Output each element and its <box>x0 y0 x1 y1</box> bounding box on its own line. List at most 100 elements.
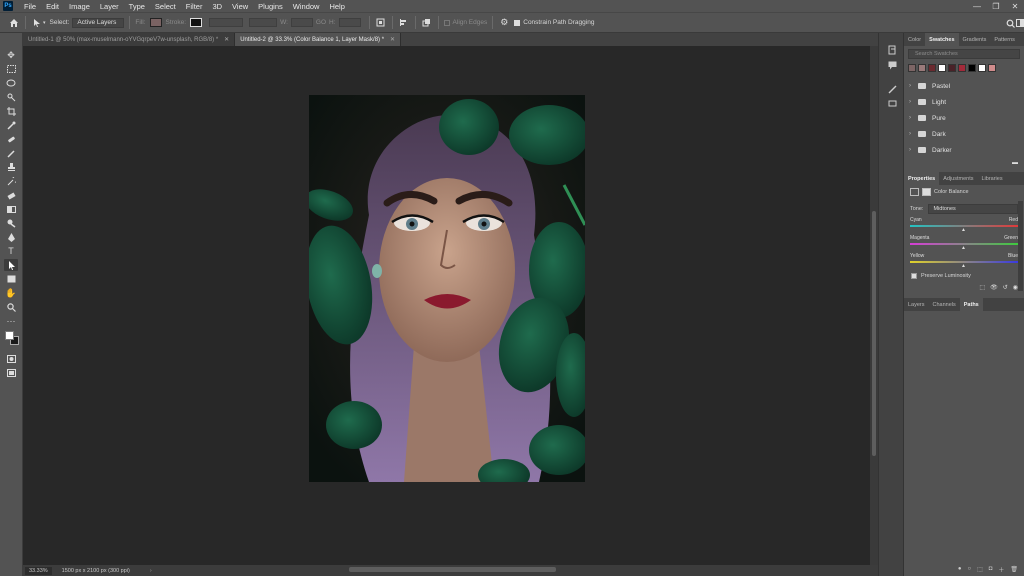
healing-brush-tool-icon[interactable] <box>4 133 18 145</box>
clone-stamp-tool-icon[interactable] <box>4 161 18 173</box>
slider-thumb[interactable]: ▲ <box>910 245 1018 251</box>
menu-select[interactable]: Select <box>150 2 181 11</box>
maximize-button[interactable]: ❐ <box>987 0 1005 12</box>
dodge-tool-icon[interactable] <box>4 217 18 229</box>
history-panel-icon[interactable] <box>886 44 898 56</box>
swatch[interactable] <box>968 64 976 72</box>
menu-help[interactable]: Help <box>324 2 349 11</box>
height-field[interactable] <box>338 18 361 27</box>
swatch[interactable] <box>938 64 946 72</box>
close-window-button[interactable]: ✕ <box>1006 0 1024 12</box>
clip-to-layer-icon[interactable]: ⬚ <box>979 284 985 291</box>
path-selection-tool-preset-icon[interactable] <box>31 17 43 29</box>
swatch[interactable] <box>978 64 986 72</box>
slider-thumb[interactable]: ▲ <box>910 227 1018 233</box>
document-info[interactable]: 1500 px x 2100 px (300 ppi) <box>62 568 130 574</box>
crop-tool-icon[interactable] <box>4 105 18 117</box>
fill-path-icon[interactable]: ● <box>958 566 962 572</box>
swatch-folder-light[interactable]: › Light <box>904 94 1024 110</box>
tab-untitled-2[interactable]: Untitled-2 @ 33.3% (Color Balance 1, Lay… <box>235 33 402 46</box>
fill-swatch[interactable] <box>149 18 162 27</box>
rectangle-tool-icon[interactable] <box>4 273 18 285</box>
color-swatches[interactable] <box>3 329 21 347</box>
eyedropper-tool-icon[interactable] <box>4 119 18 131</box>
close-icon[interactable]: ✕ <box>224 36 229 43</box>
stroke-type-dropdown[interactable] <box>249 18 278 27</box>
width-field[interactable] <box>290 18 313 27</box>
reset-icon[interactable]: ↺ <box>1003 284 1008 291</box>
swatch[interactable] <box>948 64 956 72</box>
trash-icon[interactable]: 🗑 <box>1010 566 1018 573</box>
mask-icon[interactable] <box>922 188 931 196</box>
move-tool-icon[interactable]: ✥ <box>4 49 18 61</box>
search-swatches-input[interactable]: Search Swatches <box>908 49 1020 59</box>
preserve-luminosity-checkbox[interactable] <box>911 273 917 279</box>
swatch[interactable] <box>958 64 966 72</box>
tab-channels[interactable]: Channels <box>929 298 960 311</box>
tab-color[interactable]: Color <box>904 33 925 46</box>
menu-3d[interactable]: 3D <box>207 2 227 11</box>
menu-filter[interactable]: Filter <box>181 2 208 11</box>
tab-untitled-1[interactable]: Untitled-1 @ 50% (max-muselmann-oYVGqrpe… <box>23 33 236 46</box>
menu-plugins[interactable]: Plugins <box>253 2 288 11</box>
minimize-button[interactable]: — <box>968 0 986 12</box>
view-previous-icon[interactable]: 👁 <box>990 284 998 291</box>
chevron-down-icon[interactable]: ▾ <box>43 20 46 26</box>
yellow-blue-slider[interactable]: Yellow Blue ▲ <box>904 252 1024 270</box>
screen-mode-icon[interactable] <box>4 367 18 379</box>
align-edges-checkbox[interactable] <box>443 19 450 26</box>
menu-view[interactable]: View <box>227 2 253 11</box>
tone-dropdown[interactable]: Midtones <box>928 204 1019 214</box>
home-icon[interactable] <box>8 17 20 29</box>
path-arrangement-icon[interactable] <box>421 17 433 29</box>
type-tool-icon[interactable]: T <box>4 245 18 257</box>
quick-selection-tool-icon[interactable] <box>4 91 18 103</box>
pen-tool-icon[interactable] <box>4 231 18 243</box>
scrollbar-thumb[interactable] <box>872 211 876 456</box>
brush-settings-icon[interactable] <box>886 83 898 95</box>
comments-panel-icon[interactable] <box>886 59 898 71</box>
photoshop-logo-icon[interactable]: Ps <box>3 1 13 11</box>
history-brush-tool-icon[interactable] <box>4 175 18 187</box>
marquee-tool-icon[interactable] <box>4 63 18 75</box>
swatch-folder-pastel[interactable]: › Pastel <box>904 78 1024 94</box>
quick-mask-icon[interactable] <box>4 353 18 365</box>
brushes-panel-icon[interactable] <box>886 97 898 109</box>
cyan-red-slider[interactable]: Cyan Red ▲ <box>904 216 1024 234</box>
slider-thumb[interactable]: ▲ <box>910 263 1018 269</box>
tab-patterns[interactable]: Patterns <box>990 33 1018 46</box>
magenta-green-slider[interactable]: Magenta Green ▲ <box>904 234 1024 252</box>
swatch[interactable] <box>928 64 936 72</box>
horizontal-scrollbar-thumb[interactable] <box>349 567 556 572</box>
path-operations-icon[interactable] <box>375 17 387 29</box>
tab-gradients[interactable]: Gradients <box>959 33 991 46</box>
stroke-width-field[interactable] <box>209 18 244 27</box>
eraser-tool-icon[interactable] <box>4 189 18 201</box>
swatch-folder-darker[interactable]: › Darker <box>904 142 1024 158</box>
path-alignment-icon[interactable] <box>398 17 410 29</box>
swatch[interactable] <box>988 64 996 72</box>
lasso-tool-icon[interactable] <box>4 77 18 89</box>
vertical-scrollbar[interactable] <box>870 46 878 565</box>
menu-file[interactable]: File <box>19 2 41 11</box>
make-mask-icon[interactable]: ◘ <box>989 566 993 572</box>
brush-tool-icon[interactable] <box>4 147 18 159</box>
stroke-path-icon[interactable]: ○ <box>967 566 971 572</box>
stroke-swatch[interactable] <box>190 18 203 27</box>
zoom-tool-icon[interactable] <box>4 301 18 313</box>
menu-edit[interactable]: Edit <box>41 2 64 11</box>
panel-scrollbar[interactable] <box>1018 201 1023 291</box>
new-folder-icon[interactable]: ▬ <box>1012 160 1018 166</box>
foreground-color-swatch[interactable] <box>5 331 14 340</box>
swatch[interactable] <box>918 64 926 72</box>
tab-layers[interactable]: Layers <box>904 298 929 311</box>
more-tools-icon[interactable]: ··· <box>4 315 18 327</box>
constrain-path-checkbox[interactable] <box>514 19 521 26</box>
tab-adjustments[interactable]: Adjustments <box>939 172 977 185</box>
hand-tool-icon[interactable]: ✋ <box>4 287 18 299</box>
swatch-folder-pure[interactable]: › Pure <box>904 110 1024 126</box>
menu-image[interactable]: Image <box>64 2 95 11</box>
close-icon[interactable]: ✕ <box>390 36 395 43</box>
preserve-luminosity-row[interactable]: Preserve Luminosity <box>904 270 1024 282</box>
tab-libraries[interactable]: Libraries <box>977 172 1006 185</box>
